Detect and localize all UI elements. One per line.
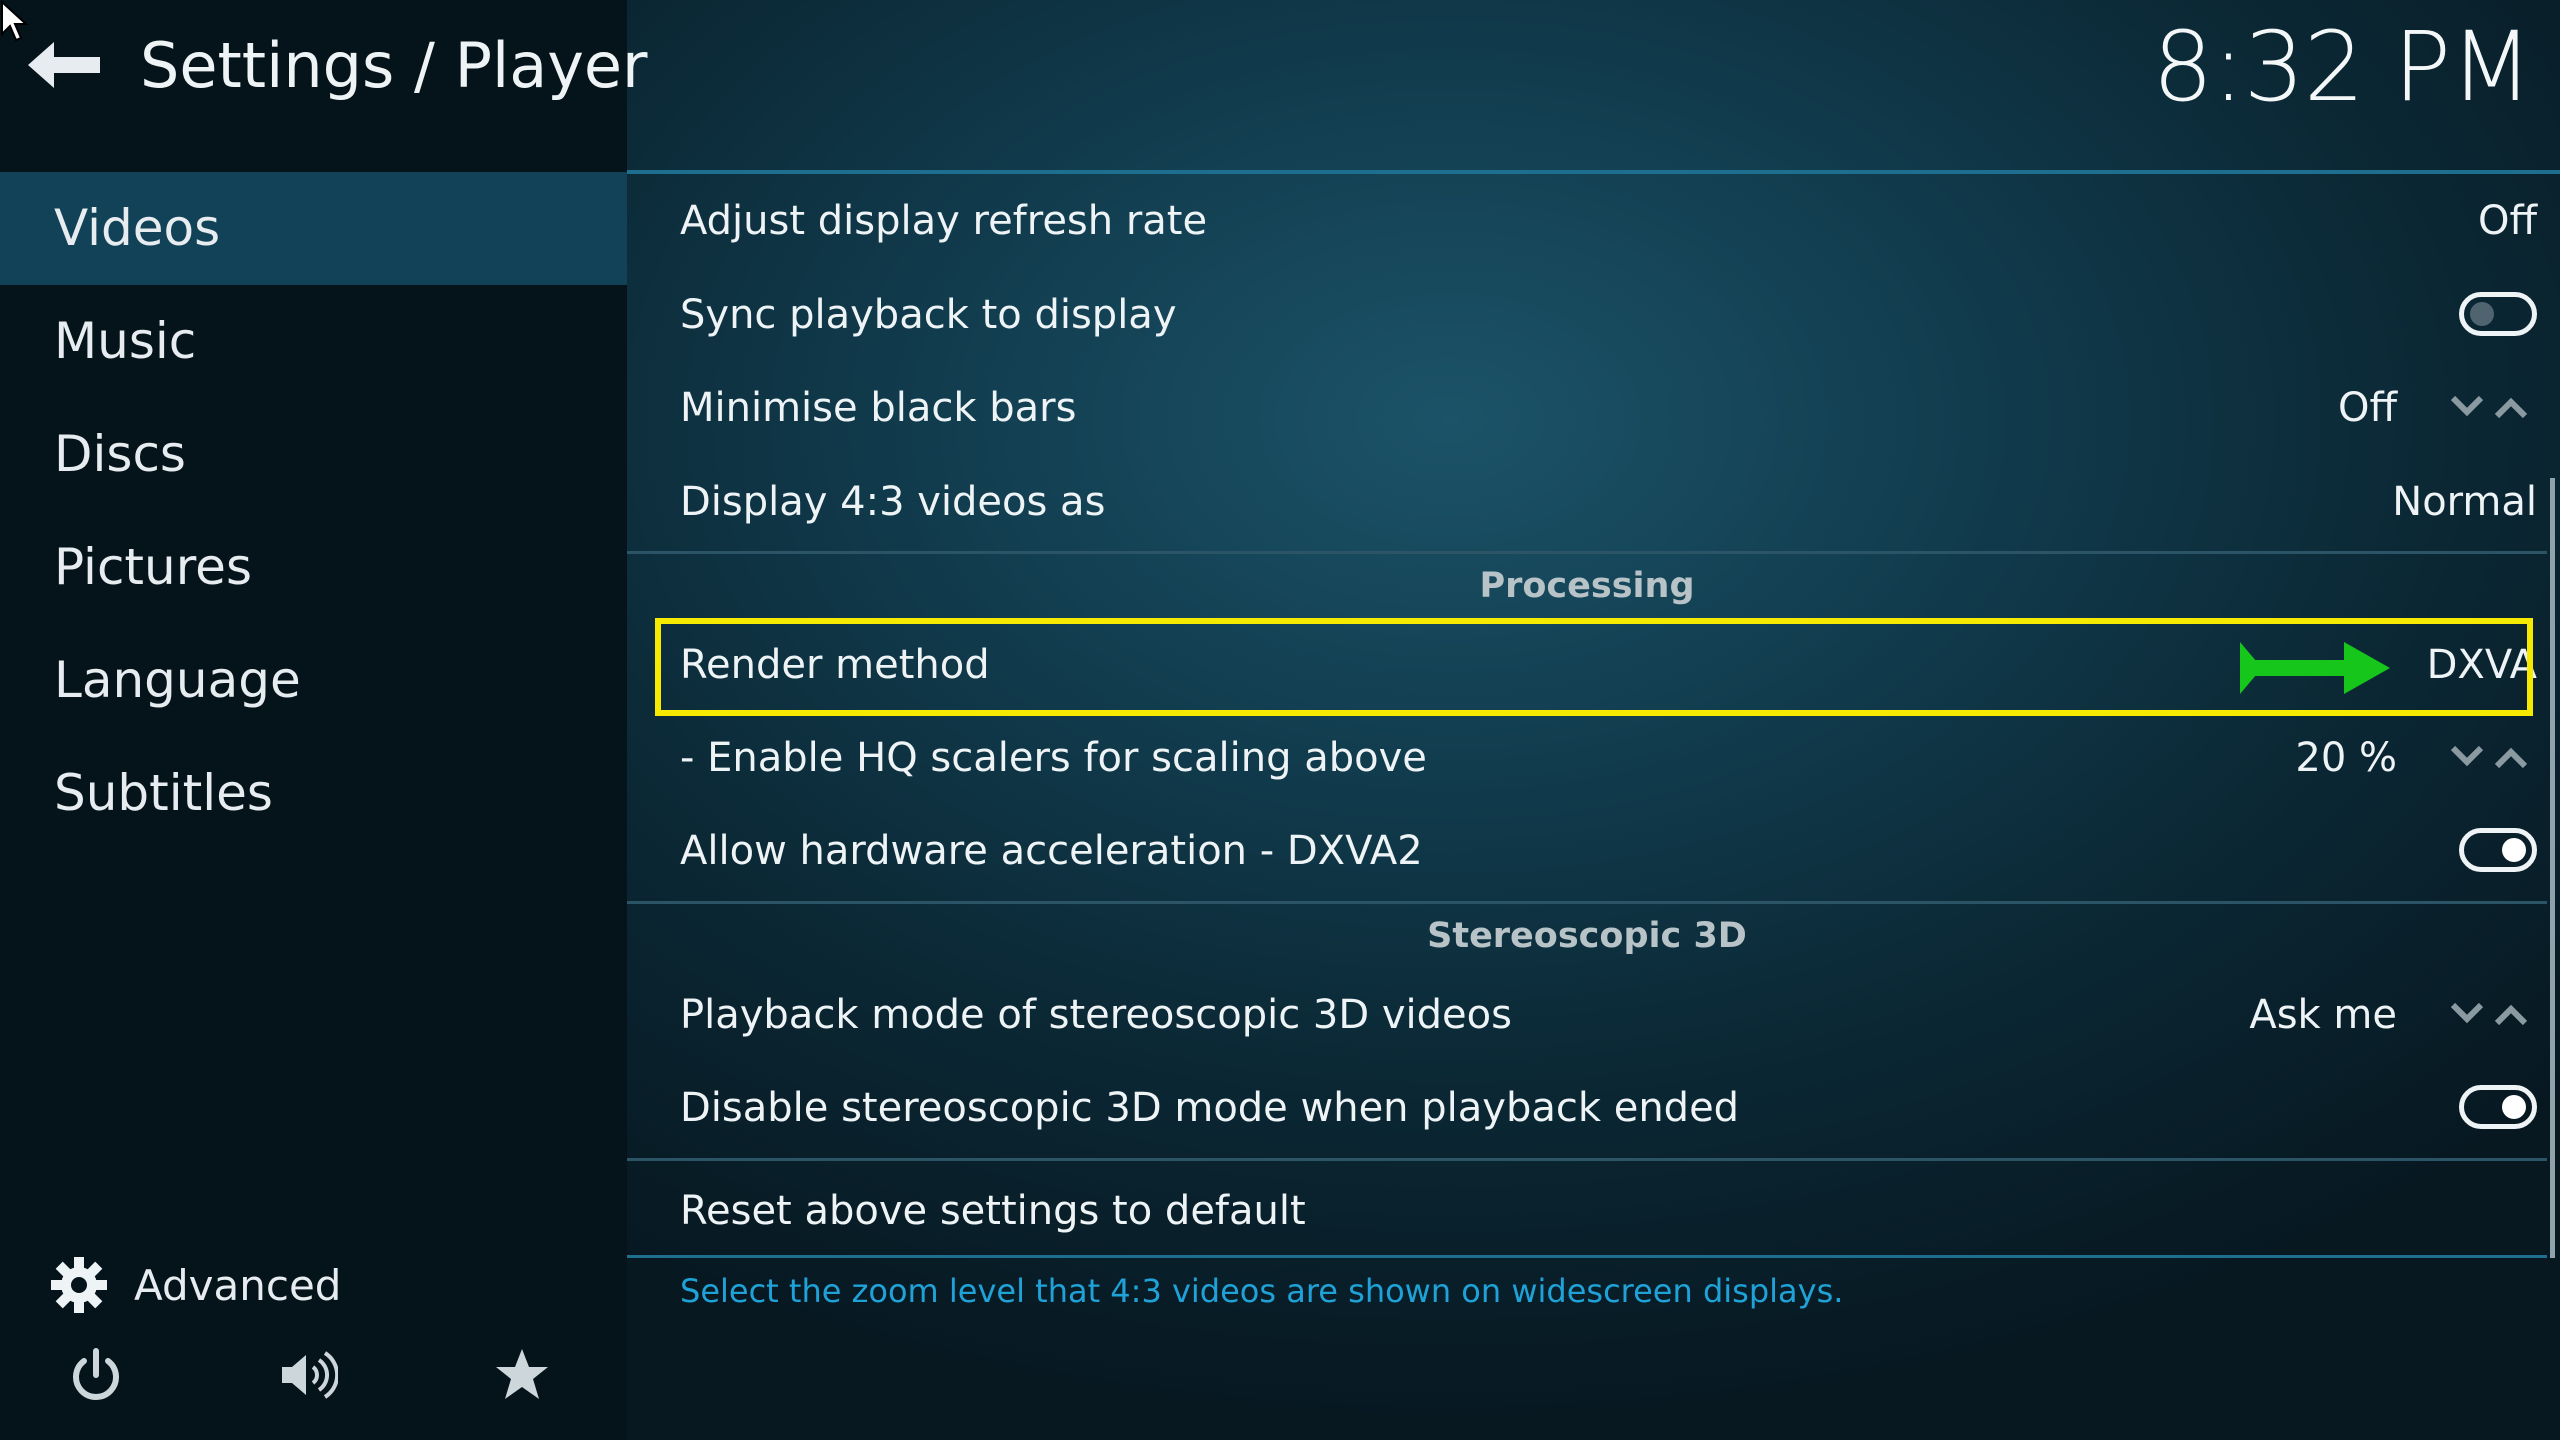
page-title: Settings / Player <box>140 29 648 102</box>
volume-icon[interactable] <box>278 1345 338 1405</box>
nav-item-discs[interactable]: Discs <box>0 398 627 511</box>
setting-value: Off <box>2337 385 2397 431</box>
nav-item-music[interactable]: Music <box>0 285 627 398</box>
setting-label: - Enable HQ scalers for scaling above <box>680 735 1427 781</box>
setting-label: Minimise black bars <box>680 385 1077 431</box>
spinner-up-down-icon[interactable] <box>2449 738 2537 778</box>
mouse-cursor-icon <box>1 0 29 42</box>
section-title-processing: Processing <box>1479 566 1695 606</box>
green-arrow-icon <box>2240 642 2390 694</box>
setting-label: Sync playback to display <box>680 292 1177 338</box>
setting-enable-hq-scalers[interactable]: - Enable HQ scalers for scaling above 20… <box>627 711 2537 805</box>
setting-label: Adjust display refresh rate <box>680 198 1208 244</box>
setting-label: Reset above settings to default <box>680 1188 1306 1234</box>
section-title-stereoscopic-3d: Stereoscopic 3D <box>1427 916 1747 956</box>
toggle-switch-off[interactable] <box>2459 292 2537 336</box>
setting-reset-to-default[interactable]: Reset above settings to default <box>627 1164 2537 1258</box>
spinner-up-down-icon[interactable] <box>2449 388 2537 428</box>
setting-minimise-black-bars[interactable]: Minimise black bars Off <box>627 361 2537 455</box>
setting-sync-playback-to-display[interactable]: Sync playback to display <box>627 268 2537 362</box>
kodi-settings-screen: Settings / Player Videos Music Discs Pic… <box>0 0 2560 1440</box>
gear-icon <box>51 1257 107 1313</box>
nav-item-language[interactable]: Language <box>0 624 627 737</box>
toggle-knob <box>2502 1095 2526 1119</box>
nav-item-videos[interactable]: Videos <box>0 172 627 285</box>
setting-value: Ask me <box>2249 992 2397 1038</box>
clock: 8:32 PM <box>2152 11 2533 123</box>
category-nav: Videos Music Discs Pictures Language Sub… <box>0 172 627 850</box>
setting-value: Normal <box>2392 479 2537 525</box>
section-divider <box>627 1158 2547 1161</box>
setting-label: Disable stereoscopic 3D mode when playba… <box>680 1085 1740 1131</box>
favourites-star-icon[interactable] <box>492 1345 552 1405</box>
spinner-up-down-icon[interactable] <box>2449 995 2537 1035</box>
nav-item-pictures[interactable]: Pictures <box>0 511 627 624</box>
help-text: Select the zoom level that 4:3 videos ar… <box>680 1272 1844 1310</box>
toggle-knob <box>2470 302 2494 326</box>
advanced-label: Advanced <box>134 1260 342 1310</box>
setting-label: Display 4:3 videos as <box>680 479 1106 525</box>
setting-stereoscopic-playback-mode[interactable]: Playback mode of stereoscopic 3D videos … <box>627 968 2537 1062</box>
setting-allow-hardware-acceleration[interactable]: Allow hardware acceleration - DXVA2 <box>627 804 2537 898</box>
list-bottom-divider <box>627 1255 2547 1258</box>
setting-label: Playback mode of stereoscopic 3D videos <box>680 992 1512 1038</box>
setting-label: Allow hardware acceleration - DXVA2 <box>680 828 1423 874</box>
toggle-switch-on[interactable] <box>2459 1085 2537 1129</box>
nav-item-subtitles[interactable]: Subtitles <box>0 737 627 850</box>
section-divider <box>627 901 2547 904</box>
setting-display-4-3-videos-as[interactable]: Display 4:3 videos as Normal <box>627 455 2537 549</box>
header: Settings / Player <box>0 0 648 172</box>
section-divider <box>627 551 2547 554</box>
power-icon[interactable] <box>66 1345 126 1405</box>
setting-disable-stereoscopic-3d[interactable]: Disable stereoscopic 3D mode when playba… <box>627 1061 2537 1155</box>
sidebar: Settings / Player Videos Music Discs Pic… <box>0 0 648 1440</box>
toggle-switch-on[interactable] <box>2459 828 2537 872</box>
setting-adjust-display-refresh-rate[interactable]: Adjust display refresh rate Off <box>627 174 2537 268</box>
setting-value: 20 % <box>2295 735 2397 781</box>
setting-value: Off <box>2477 198 2537 244</box>
scrollbar[interactable] <box>2550 478 2555 1258</box>
advanced-level-button[interactable]: Advanced <box>50 1255 341 1315</box>
toggle-knob <box>2502 838 2526 862</box>
back-arrow-icon[interactable] <box>28 40 104 90</box>
